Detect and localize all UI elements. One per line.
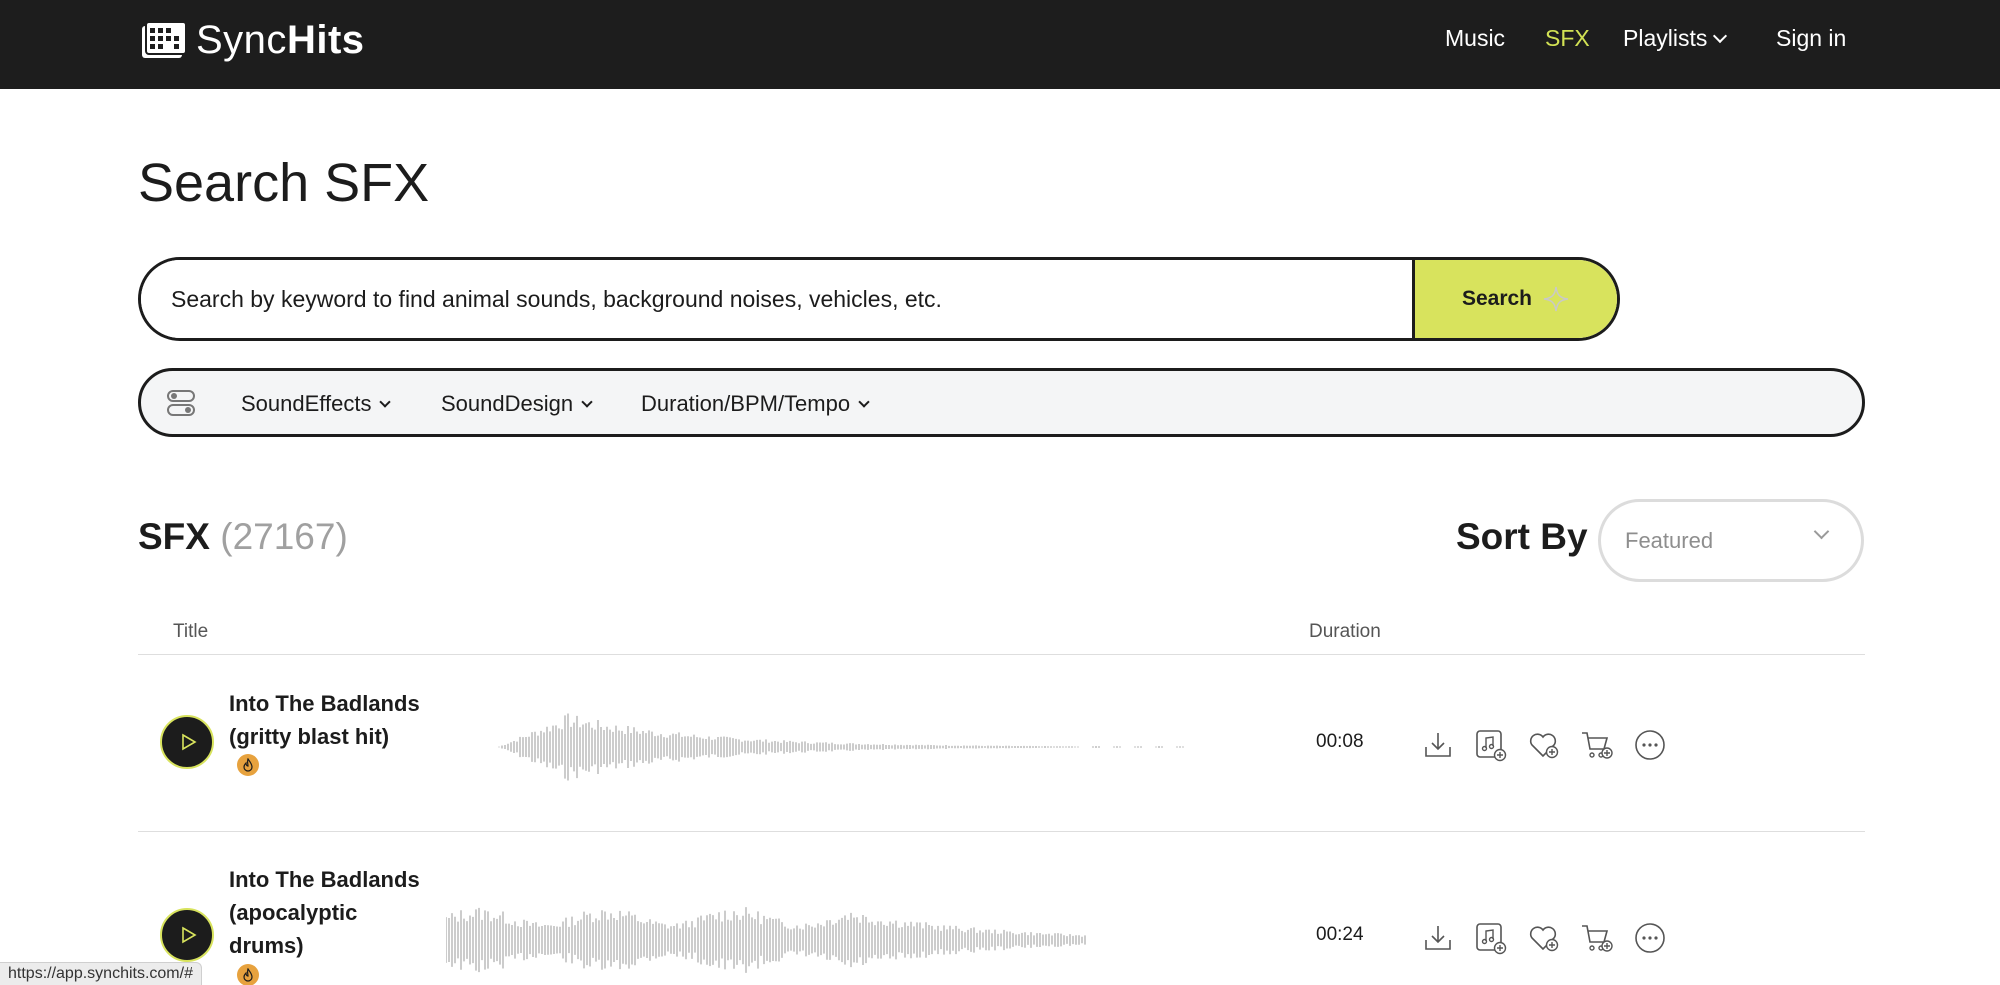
waveform[interactable] [446, 900, 1266, 980]
track-duration: 00:08 [1316, 731, 1364, 752]
chevron-down-icon [581, 396, 593, 408]
download-icon[interactable] [1420, 920, 1456, 956]
row-actions [1420, 920, 1668, 956]
status-bar-url: https://app.synchits.com/# [0, 962, 202, 985]
filter-label: SoundDesign [441, 391, 574, 416]
page-title: Search SFX [138, 153, 430, 213]
download-icon[interactable] [1420, 727, 1456, 763]
add-to-cart-icon[interactable] [1579, 920, 1615, 956]
add-to-playlist-icon[interactable] [1473, 920, 1509, 956]
sparkle-icon [1543, 286, 1569, 312]
track-title-line: (gritty blast hit) [229, 724, 390, 749]
add-to-cart-icon[interactable] [1579, 727, 1615, 763]
play-icon [181, 926, 197, 944]
track-duration: 00:24 [1316, 924, 1364, 945]
chevron-down-icon [1813, 523, 1830, 540]
nav-sign-in[interactable]: Sign in [1776, 25, 1846, 52]
column-header-title: Title [173, 621, 209, 642]
waveform[interactable] [484, 707, 1304, 787]
flame-icon [237, 754, 259, 776]
results-count: (27167) [220, 516, 348, 557]
row-actions [1420, 727, 1668, 763]
music-box-logo-icon [142, 21, 187, 58]
search-button-label: Search [1461, 287, 1533, 310]
sort-label: Sort By [1456, 516, 1588, 557]
chevron-down-icon [1713, 28, 1728, 43]
sort-select[interactable]: Featured [1598, 499, 1864, 582]
more-icon[interactable] [1632, 920, 1668, 956]
track-title-line: drums) [229, 933, 304, 958]
nav-music[interactable]: Music [1445, 25, 1505, 52]
favorite-icon[interactable] [1526, 727, 1562, 763]
search-input[interactable] [141, 260, 1412, 338]
search-bar: Search [138, 257, 1620, 341]
filter-bar: SoundEffects SoundDesign Duration/BPM/Te… [138, 368, 1865, 437]
filter-toggle-icon[interactable] [166, 388, 196, 418]
track-title-line: Into The Badlands [229, 691, 420, 716]
table-row: Into The Badlands (gritty blast hit) 00:… [138, 655, 1865, 831]
favorite-icon[interactable] [1526, 920, 1562, 956]
track-title[interactable]: Into The Badlands (gritty blast hit) [229, 687, 439, 753]
nav-music-label: Music [1445, 25, 1506, 51]
nav-sfx-label: SFX [1545, 25, 1590, 51]
flame-icon [237, 964, 259, 985]
track-title[interactable]: Into The Badlands (apocalyptic drums) [229, 863, 439, 962]
table-row: Into The Badlands (apocalyptic drums) 00… [138, 832, 1865, 985]
nav-playlists[interactable]: Playlists [1623, 25, 1728, 52]
filter-duration-bpm-tempo[interactable]: Duration/BPM/Tempo [641, 391, 870, 417]
filter-label: Duration/BPM/Tempo [641, 391, 851, 416]
filter-sound-effects[interactable]: SoundEffects [241, 391, 392, 417]
brand-name: SyncHits [196, 17, 365, 62]
chevron-down-icon [858, 396, 870, 408]
nav-sfx[interactable]: SFX [1545, 25, 1590, 52]
play-button[interactable] [160, 715, 214, 769]
sort-selected-value: Featured [1625, 527, 1714, 553]
results-heading: SFX (27167) [138, 516, 348, 558]
more-icon[interactable] [1632, 727, 1668, 763]
filter-sound-design[interactable]: SoundDesign [441, 391, 593, 417]
filter-label: SoundEffects [241, 391, 372, 416]
nav-sign-in-label: Sign in [1776, 25, 1847, 51]
brand-logo[interactable]: SyncHits [138, 16, 365, 64]
track-title-line: (apocalyptic [229, 900, 358, 925]
track-title-line: Into The Badlands [229, 867, 420, 892]
nav-playlists-label: Playlists [1623, 25, 1708, 51]
search-button[interactable]: Search [1412, 260, 1617, 338]
play-button[interactable] [160, 908, 214, 962]
top-navigation-bar: SyncHits Music SFX Playlists Sign in [0, 0, 2000, 89]
chevron-down-icon [379, 396, 392, 408]
results-label: SFX [138, 516, 210, 557]
column-header-duration: Duration [1309, 621, 1381, 642]
play-icon [181, 733, 197, 751]
add-to-playlist-icon[interactable] [1473, 727, 1509, 763]
